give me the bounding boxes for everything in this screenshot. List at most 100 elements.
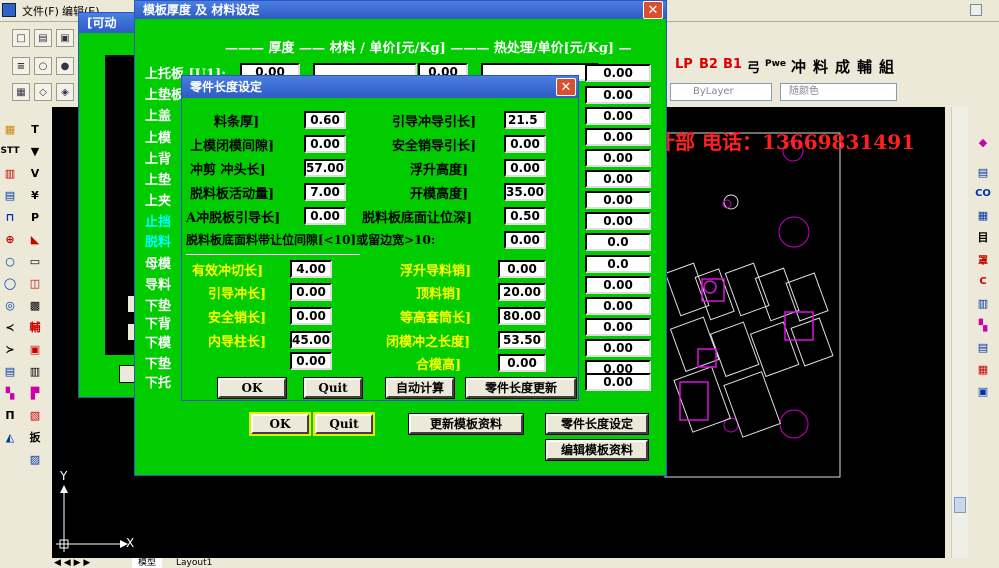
tool-icon[interactable]: ▧ [25,405,45,425]
ok-button[interactable]: OK [217,377,287,399]
quit-button[interactable]: Quit [313,412,375,436]
window-restore-icon[interactable] [970,4,982,16]
save-icon[interactable]: ▣ [56,29,74,47]
pilot-length-field[interactable]: 0.00 [290,283,332,301]
co-icon[interactable]: CO [973,183,993,203]
tool-icon[interactable]: ⊓ [0,207,20,227]
tool-icon[interactable]: ▦ [973,359,993,379]
tool-icon[interactable]: P [25,207,45,227]
quit-button[interactable]: Quit [303,377,363,399]
aux-icon[interactable]: 輔 [857,56,872,77]
tool-icon[interactable]: ▥ [973,293,993,313]
tool-icon[interactable]: ⊕ [0,229,20,249]
app-icon[interactable] [2,3,16,17]
tool-icon[interactable]: ◆ [973,132,993,152]
close-icon[interactable]: ✕ [643,1,663,19]
heat-price-field[interactable]: 0.00 [585,339,651,357]
lift-height-field[interactable]: 0.00 [504,159,546,177]
heat-price-field[interactable]: 0.00 [585,86,651,104]
pilot-guide-field[interactable]: 21.5 [504,111,546,129]
open-height-field[interactable]: 35.00 [504,183,546,201]
tool-icon[interactable]: ▭ [25,251,45,271]
tool-icon[interactable]: ▦ [0,119,20,139]
b1-icon[interactable]: B1 [723,57,742,72]
tool-icon[interactable]: ▣ [973,381,993,401]
tool-icon[interactable]: ¥ [25,185,45,205]
heat-price-field[interactable]: 0.00 [585,107,651,125]
tool-icon[interactable]: ▩ [25,295,45,315]
update-length-button[interactable]: 零件长度更新 [465,377,577,399]
shut-height-field[interactable]: 0.00 [498,354,546,372]
tool-icon[interactable]: ◎ [0,295,20,315]
tool-icon[interactable]: ▚ [0,383,20,403]
circle-icon[interactable]: ○ [0,251,20,271]
material-icon[interactable]: 料 [813,56,828,77]
tool-icon[interactable]: 罩 [973,249,993,269]
new-icon[interactable]: □ [12,29,30,47]
tool-icon[interactable]: ▤ [973,337,993,357]
heat-price-field[interactable]: 0.00 [585,64,651,82]
lp-icon[interactable]: LP [675,57,693,72]
circle-icon[interactable]: ◯ [0,273,20,293]
layers-icon[interactable]: ≡ [12,57,30,75]
color-combo[interactable]: 随颜色 [780,83,897,101]
b2-icon[interactable]: B2 [699,57,718,72]
auto-calc-button[interactable]: 自动计算 [385,377,455,399]
tool-icon[interactable]: ▨ [25,449,45,469]
punch-length-field[interactable]: 57.00 [304,159,346,177]
close-punch-length-field[interactable]: 53.50 [498,331,546,349]
ok-button[interactable]: OK [249,412,311,436]
tool-icon[interactable]: ▤ [0,185,20,205]
heat-price-field[interactable]: 0.00 [585,191,651,209]
pwe-icon[interactable]: Pwe [765,59,786,69]
safety-pin-length-field[interactable]: 0.00 [290,307,332,325]
heat-price-field[interactable]: 0.00 [585,276,651,294]
tool-icon[interactable]: 輔 [25,317,45,337]
tool-icon[interactable]: T [25,119,45,139]
sleeve-length-field[interactable]: 80.00 [498,307,546,325]
tool-icon[interactable]: ◭ [0,427,20,447]
tool-icon[interactable]: ◣ [25,229,45,249]
group-icon[interactable]: 組 [879,56,894,77]
heat-price-field[interactable]: 0.00 [585,318,651,336]
tool-icon[interactable]: ▤ [973,162,993,182]
stripper-travel-field[interactable]: 7.00 [304,183,346,201]
form-icon[interactable]: 成 [835,56,850,77]
sun-icon[interactable]: ● [56,57,74,75]
tool-icon[interactable]: C [973,271,993,291]
tab-nav-icon[interactable]: ◀ ◀ ▶ ▶ [54,558,90,568]
lifter-pin-field[interactable]: 0.00 [498,260,546,278]
tool-icon[interactable]: V [25,163,45,183]
menu-file[interactable]: 文件(F) [22,3,59,19]
tool-icon[interactable]: Π [0,405,20,425]
close-icon[interactable]: ✕ [556,78,576,96]
tool-icon[interactable]: ▦ [973,205,993,225]
extra-field[interactable]: 0.00 [290,352,332,370]
tool-icon[interactable]: ▦ [12,83,30,101]
heat-price-field[interactable]: 0.00 [585,297,651,315]
heat-price-field[interactable]: 0.0 [585,255,651,273]
relief-depth-field[interactable]: 0.50 [504,207,546,225]
punch-icon[interactable]: 冲 [791,56,806,77]
tool-icon[interactable]: ▼ [25,141,45,161]
vertical-scrollbar[interactable] [951,107,968,558]
heat-price-field[interactable]: 0.00 [585,149,651,167]
tool-icon[interactable]: ≺ [0,317,20,337]
tool-icon[interactable]: 扳 [25,427,45,447]
strip-clearance-field[interactable]: 0.00 [504,231,546,249]
guide-length-field[interactable]: 0.00 [304,207,346,225]
heat-price-field[interactable]: 0.00 [585,170,651,188]
tool-icon[interactable]: 目 [973,227,993,247]
update-plate-button[interactable]: 更新模板资料 [408,413,524,435]
tab-model[interactable]: 模型 [132,558,163,568]
strip-thickness-field[interactable]: 0.60 [304,111,346,129]
tool-icon[interactable]: ◇ [34,83,52,101]
tool-icon[interactable]: ▤ [0,361,20,381]
linetype-combo[interactable]: ByLayer [670,83,772,101]
inner-post-length-field[interactable]: 45.00 [290,331,332,349]
heat-price-field[interactable]: 0.00 [585,373,651,391]
tool-icon[interactable]: 弓 [747,57,760,76]
tab-layout1[interactable]: Layout1 [170,558,218,568]
cut-length-field[interactable]: 4.00 [290,260,332,278]
tool-icon[interactable]: ▚ [973,315,993,335]
